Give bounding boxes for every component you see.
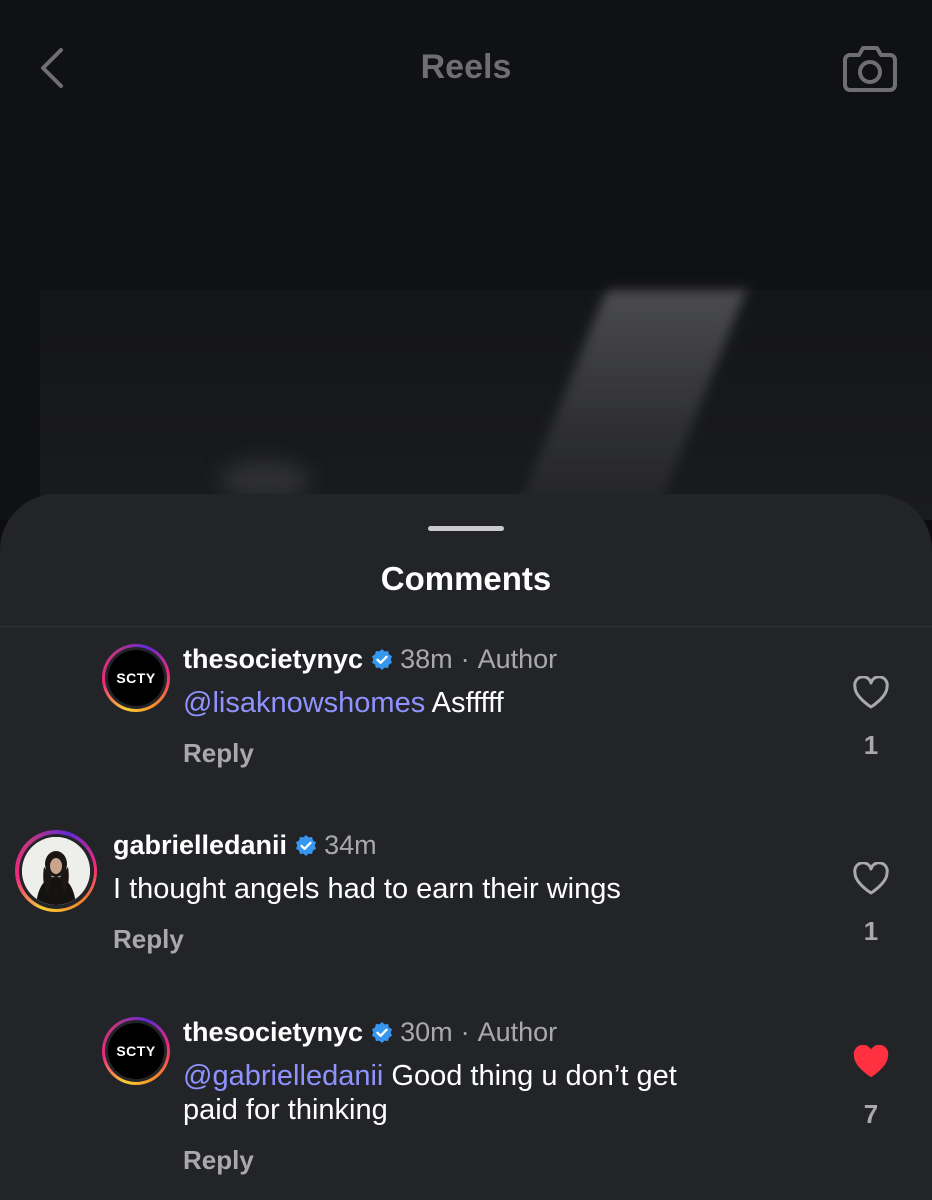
username[interactable]: thesocietynyc: [183, 1017, 363, 1048]
comment-time: 34m: [324, 830, 377, 860]
meta-separator: ·: [460, 1017, 470, 1047]
reply-button[interactable]: Reply: [183, 738, 254, 769]
like-button[interactable]: [850, 860, 892, 898]
comment-time: 30m: [400, 1017, 453, 1047]
avatar-logo-text: SCTY: [108, 1023, 164, 1079]
sheet-grabber[interactable]: [428, 526, 504, 531]
comment-body: Good thing u don’t get: [383, 1060, 677, 1092]
like-count: 1: [863, 730, 879, 760]
avatar[interactable]: SCTY: [102, 1017, 170, 1085]
comment-meta: thesocietynyc 38m · Author: [183, 644, 557, 675]
camera-icon: [843, 46, 897, 92]
comment-reply: SCTY thesocietynyc 38m · Author @lisakno…: [0, 634, 932, 794]
comment-text: I thought angels had to earn their wings: [113, 873, 621, 905]
comment-reply: SCTY thesocietynyc 30m · Author @gabriel…: [0, 1007, 932, 1200]
like-count: 7: [863, 1099, 879, 1129]
like-button[interactable]: [850, 1043, 892, 1081]
comment-text: @lisaknowshomes Asfffff: [183, 686, 504, 720]
page-title: Reels: [420, 48, 512, 86]
person-silhouette-icon: [22, 837, 90, 905]
reels-screen: Reels Comments SCTY thesocietynyc 38m · …: [0, 0, 932, 1200]
divider: [0, 626, 932, 627]
comment: gabrielledanii 34m I thought angels had …: [0, 820, 932, 980]
camera-button[interactable]: [838, 38, 902, 98]
like-count: 1: [863, 916, 879, 946]
heart-filled-icon: [853, 1045, 889, 1077]
top-bar: Reels: [0, 0, 932, 140]
comment-time: 38m: [400, 644, 453, 674]
comment-body: Asfffff: [425, 687, 504, 719]
verified-badge-icon: [372, 1021, 393, 1043]
author-label: Author: [477, 644, 558, 674]
avatar-photo: [22, 837, 90, 905]
author-label: Author: [477, 1017, 558, 1047]
reply-button[interactable]: Reply: [183, 1145, 254, 1176]
username[interactable]: thesocietynyc: [183, 644, 363, 675]
mention-link[interactable]: @gabrielledanii: [183, 1060, 383, 1092]
avatar[interactable]: [15, 830, 97, 912]
heart-outline-icon: [853, 862, 889, 895]
comments-sheet: Comments SCTY thesocietynyc 38m · Author…: [0, 494, 932, 1200]
avatar[interactable]: SCTY: [102, 644, 170, 712]
like-button[interactable]: [850, 674, 892, 712]
reply-button[interactable]: Reply: [113, 924, 184, 955]
comment-text: @gabrielledanii Good thing u don’t get: [183, 1059, 677, 1093]
username[interactable]: gabrielledanii: [113, 830, 287, 861]
avatar-logo-text: SCTY: [108, 650, 164, 706]
video-frame: [40, 290, 932, 520]
verified-badge-icon: [372, 648, 393, 670]
meta-separator: ·: [460, 644, 470, 674]
mention-link[interactable]: @lisaknowshomes: [183, 687, 425, 719]
comment-meta: thesocietynyc 30m · Author: [183, 1017, 557, 1048]
heart-outline-icon: [853, 676, 889, 709]
comments-title: Comments: [380, 560, 552, 597]
comment-meta: gabrielledanii 34m: [113, 830, 377, 861]
verified-badge-icon: [296, 834, 317, 856]
comment-text-line-2: paid for thinking: [183, 1094, 388, 1126]
